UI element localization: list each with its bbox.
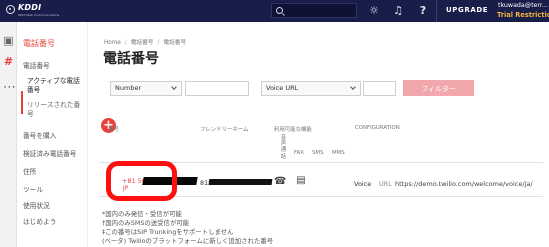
configuration-type: Voice <box>354 180 372 188</box>
sidebar: 電話番号 電話番号 アクティブな電話 番号 リリースされた番 号 番号を購入 検… <box>17 22 88 247</box>
configuration-url[interactable]: https://demo.twilio.com/welcome/voice/ja… <box>395 180 533 188</box>
sidebar-item-active-numbers-line-2[interactable]: 番号 <box>27 84 40 94</box>
column-header-configuration: CONFIGURATION <box>355 125 400 131</box>
account-name[interactable]: tkuwada@terr... <box>498 2 548 9</box>
capability-header-mms: MMS <box>332 150 345 156</box>
left-rail: ▣ # ⋯ <box>0 22 17 247</box>
number-filter-select[interactable]: Number <box>110 81 182 96</box>
page-title: 電話番号 <box>103 51 159 67</box>
breadcrumb-phone-numbers[interactable]: 電話番号 <box>131 40 154 46</box>
voice-url-filter-select[interactable]: Voice URL <box>261 81 361 96</box>
breadcrumb: Home / 電話番号 / 電話番号 <box>104 37 186 46</box>
phone-icon: ☎ <box>274 176 287 187</box>
sidebar-title: 電話番号 <box>23 39 55 48</box>
filter-button[interactable]: フィルター <box>403 80 474 96</box>
column-header-capabilities: 利用可能な機能 <box>274 127 312 133</box>
number-filter-label: Number <box>115 84 142 92</box>
sidebar-item-released-numbers-line-2[interactable]: 号 <box>27 108 34 118</box>
chevron-down-icon <box>350 84 356 90</box>
sidebar-selected-indicator <box>21 91 23 114</box>
sidebar-item-released-numbers-line-1[interactable]: リリースされた番 <box>27 99 80 109</box>
capability-header-fax: FAX <box>294 150 304 156</box>
sidebar-item-addresses[interactable]: 住所 <box>23 166 36 176</box>
sidebar-item-get-started[interactable]: はじめよう <box>23 216 56 226</box>
column-header-friendly-name: フレンドリーネーム <box>200 127 249 133</box>
search-icon <box>276 7 283 14</box>
logo-subtitle: KDDI Web Communications <box>18 13 60 17</box>
capability-header-voice: 音声通話 <box>280 135 287 160</box>
hash-icon[interactable]: # <box>3 56 14 67</box>
breadcrumb-separator: / <box>124 40 127 46</box>
home-icon[interactable]: ▣ <box>3 35 14 46</box>
chevron-down-icon <box>171 84 177 90</box>
help-icon[interactable]: ? <box>416 4 430 18</box>
footnote-domestic-sms: †国内のみSMSの送受信が可能 <box>102 219 190 227</box>
sidebar-item-usage[interactable]: 使用状況 <box>23 200 50 210</box>
number-filter-input[interactable] <box>185 81 249 96</box>
sidebar-item-tools[interactable]: ツール <box>23 184 43 194</box>
logo-text: KDDI <box>18 3 42 12</box>
topbar-divider <box>436 0 437 22</box>
more-icon[interactable]: ⋯ <box>3 81 16 94</box>
filter-row: Number Voice URL フィルター <box>110 79 474 99</box>
sidebar-item-phone-numbers[interactable]: 電話番号 <box>23 60 50 70</box>
breadcrumb-current: 電話番号 <box>163 40 187 46</box>
global-search-input[interactable] <box>271 3 357 18</box>
capability-header-sms: SMS <box>312 150 324 156</box>
bell-icon[interactable]: ♫ <box>391 4 405 18</box>
sidebar-item-buy-number[interactable]: 番号を購入 <box>23 130 56 140</box>
fax-icon: ▤ <box>296 175 306 186</box>
breadcrumb-home[interactable]: Home <box>104 40 121 46</box>
upgrade-button[interactable]: UPGRADE <box>446 6 488 14</box>
voice-url-filter-input[interactable] <box>363 81 396 96</box>
main-content: Home / 電話番号 / 電話番号 電話番号 Number Voice URL フィル… <box>88 22 549 247</box>
logo-mark-icon <box>6 5 15 14</box>
configuration-url-label: URL <box>379 180 392 188</box>
sidebar-item-verified-numbers[interactable]: 検証済み電話番号 <box>23 148 77 158</box>
trial-restriction-link[interactable]: Trial Restriction <box>497 11 549 19</box>
footnote-beta-number: (ベータ) Twilioのプラットフォームに新しく追加された番号 <box>102 237 274 245</box>
bug-icon[interactable]: ☼ <box>367 4 381 18</box>
footnote-no-sip-trunking: ‡この番号はSIP Trunkingをサポートしません <box>102 228 234 236</box>
top-navigation-bar: KDDI KDDI Web Communications ☼ ♫ ? UPGRA… <box>0 0 549 22</box>
column-header-number: 番号 <box>108 127 119 133</box>
kddi-logo[interactable]: KDDI KDDI Web Communications <box>4 2 59 19</box>
footnote-domestic-call: *国内のみ発信・受信が可能 <box>102 210 182 218</box>
voice-url-filter-label: Voice URL <box>266 84 299 92</box>
breadcrumb-separator: / <box>157 40 160 46</box>
friendly-name-redaction <box>208 179 273 185</box>
highlight-annotation <box>106 161 177 201</box>
